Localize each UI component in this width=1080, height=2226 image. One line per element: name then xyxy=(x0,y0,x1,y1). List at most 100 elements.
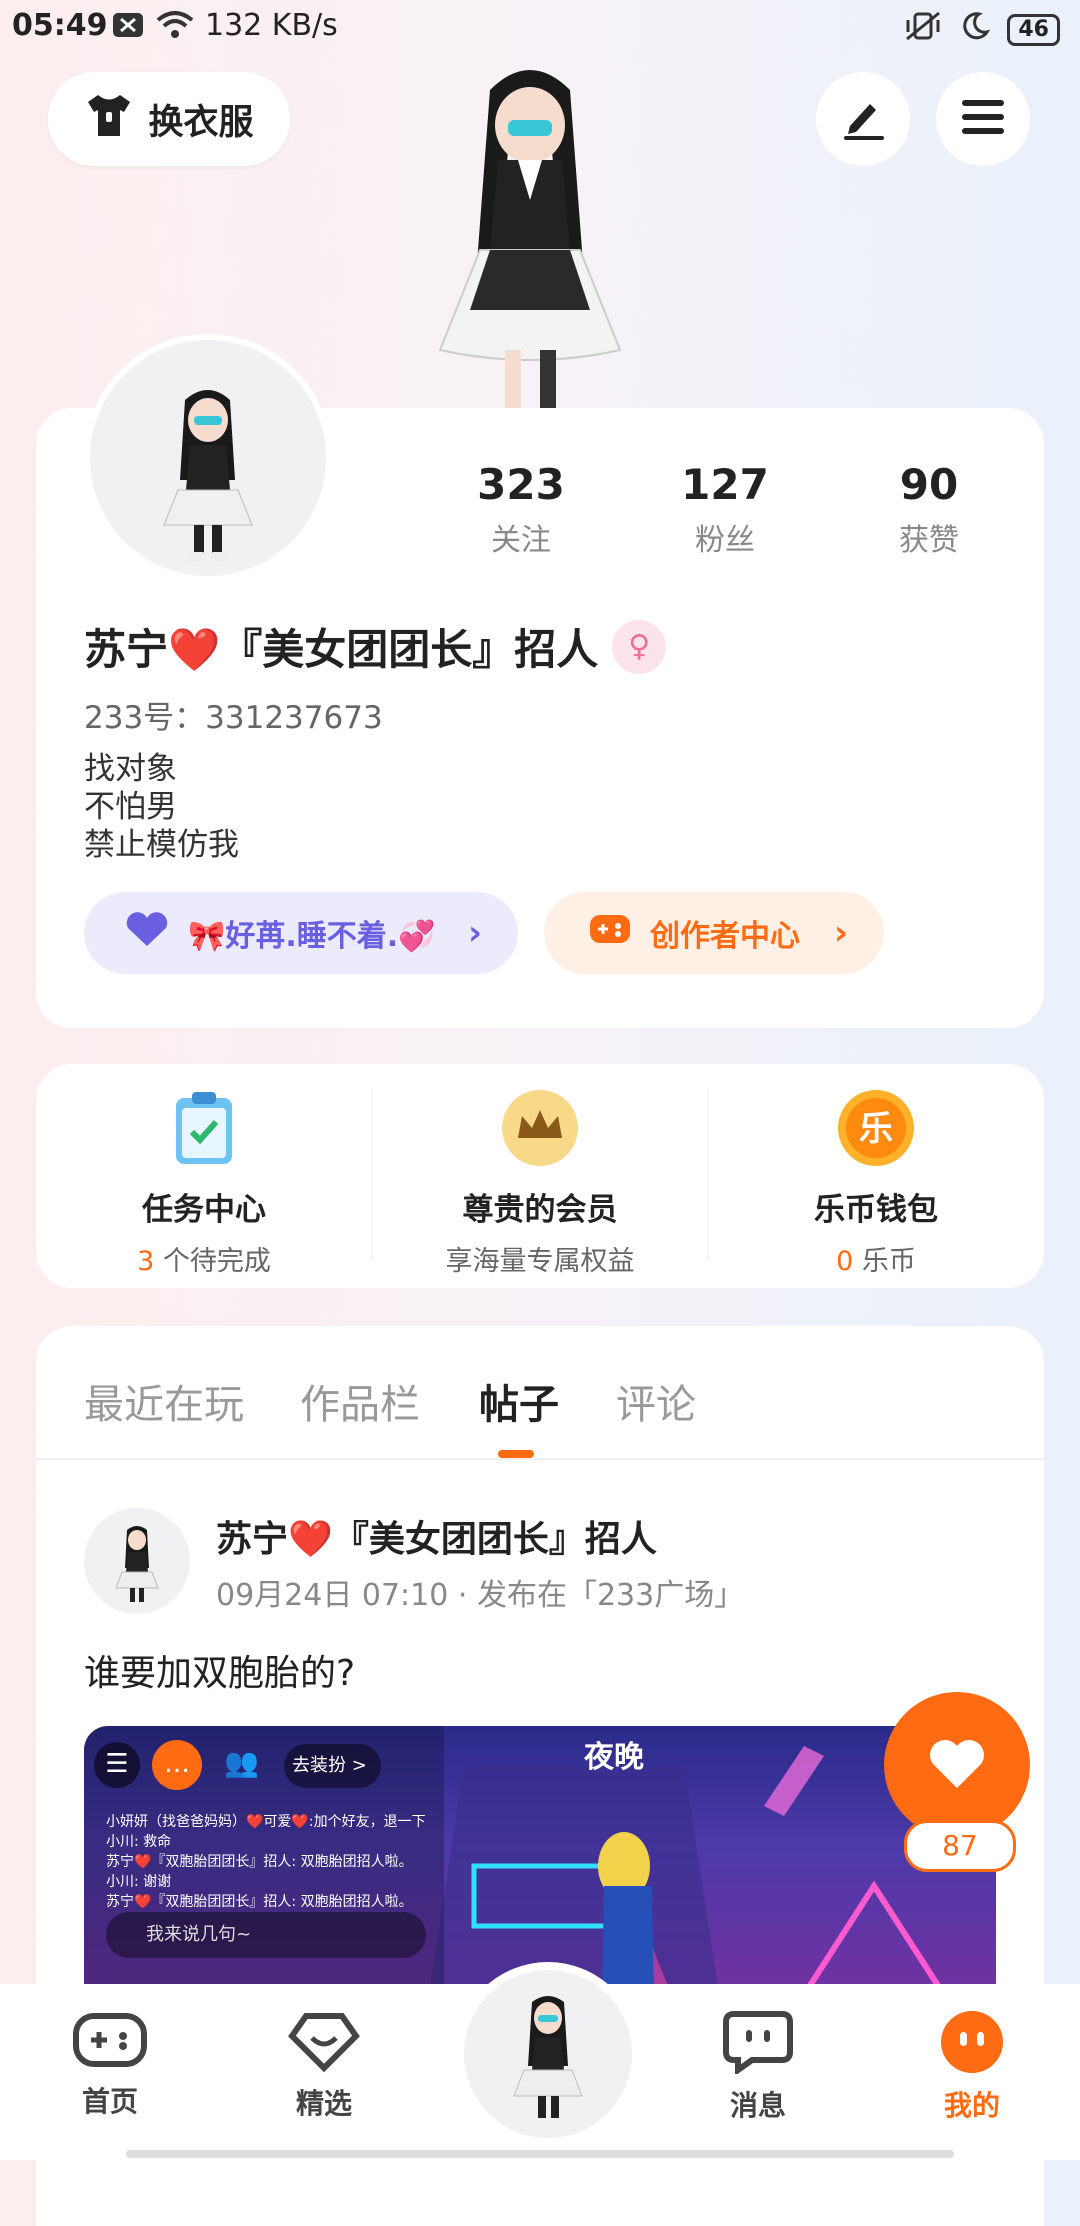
chat-line: 小妍妍（找爸爸妈妈）❤️可爱❤️:加个好友，退一下 xyxy=(106,1814,426,1830)
creator-center-button[interactable]: 创作者中心 › xyxy=(544,892,884,974)
crown-icon xyxy=(500,1088,580,1168)
tab-recent-played[interactable]: 最近在玩 xyxy=(84,1372,244,1430)
heart-icon xyxy=(927,1736,987,1794)
followers-stat[interactable]: 127 粉丝 xyxy=(625,460,825,559)
heart-diamond-icon xyxy=(288,2013,360,2076)
change-outfit-label: 换衣服 xyxy=(148,102,254,143)
task-center-button[interactable]: 任务中心 3 个待完成 xyxy=(36,1064,372,1288)
vip-member-button[interactable]: 尊贵的会员 享海量专属权益 xyxy=(372,1064,708,1288)
likes-count: 90 xyxy=(899,460,959,509)
services-card: 任务中心 3 个待完成 尊贵的会员 享海量专属权益 乐 乐币钱包 0 乐币 xyxy=(36,1064,1044,1288)
gamepad-icon xyxy=(73,2013,147,2074)
task-pending-count: 3 xyxy=(137,1246,155,1277)
like-button[interactable] xyxy=(884,1692,1030,1838)
task-pending-suffix: 个待完成 xyxy=(154,1246,271,1277)
tshirt-icon xyxy=(84,92,134,147)
notification-icon xyxy=(112,10,144,48)
le-coin-char: 乐 xyxy=(859,1109,893,1149)
friends-icon[interactable]: 👥 xyxy=(224,1746,264,1786)
battery-indicator: 46 xyxy=(1007,14,1060,46)
likes-label: 获赞 xyxy=(899,523,959,558)
following-count: 323 xyxy=(477,460,565,509)
smile-face-icon xyxy=(938,2011,1006,2078)
clock: 05:49 xyxy=(12,8,108,43)
task-center-title: 任务中心 xyxy=(142,1192,266,1228)
post-text[interactable]: 谁要加双胞胎的? xyxy=(84,1644,355,1696)
network-speed: 132 KB/s xyxy=(205,8,338,43)
dress-up-label: 去装扮 > xyxy=(292,1755,367,1776)
vip-title: 尊贵的会员 xyxy=(462,1192,618,1228)
gesture-bar[interactable] xyxy=(126,2150,954,2158)
nav-me-label: 我的 xyxy=(943,2089,1000,2122)
following-label: 关注 xyxy=(491,523,551,558)
chat-line: 苏宁❤️『双胞胎团团长』招人: 双胞胎团招人啦。 xyxy=(106,1894,413,1910)
following-stat[interactable]: 323 关注 xyxy=(421,460,621,559)
purple-heart-icon xyxy=(124,910,170,956)
bio-line: 禁止模仿我 xyxy=(84,827,239,863)
group-badge-button[interactable]: 🎀好苒.睡不着.💞 › xyxy=(84,892,518,974)
status-bar: 05:49 132 KB/s 46 xyxy=(0,0,1080,56)
coin-suffix: 乐币 xyxy=(853,1246,916,1277)
creator-center-label: 创作者中心 xyxy=(650,919,800,954)
post-author-name[interactable]: 苏宁❤️『美女团团长』招人 xyxy=(216,1510,657,1562)
nav-featured[interactable]: 精选 xyxy=(254,2010,394,2122)
active-tab-indicator xyxy=(498,1450,534,1458)
hamburger-icon xyxy=(960,97,1006,141)
female-gender-icon: ♀ xyxy=(612,619,667,674)
task-center-subtitle: 3 个待完成 xyxy=(137,1239,271,1278)
nickname: 苏宁❤️『美女团团长』招人 xyxy=(84,625,599,674)
chat-input[interactable]: 我来说几句~ xyxy=(106,1912,426,1958)
chevron-right-icon: › xyxy=(833,913,848,953)
user-id: 233号：331237673 xyxy=(84,700,383,736)
chevron-right-icon: › xyxy=(467,913,482,953)
wallet-subtitle: 0 乐币 xyxy=(836,1239,916,1278)
wifi-icon xyxy=(154,8,196,48)
nav-home[interactable]: 首页 xyxy=(40,2010,180,2120)
nav-home-label: 首页 xyxy=(81,2085,138,2118)
nav-featured-label: 精选 xyxy=(295,2087,352,2120)
gamepad-icon xyxy=(588,911,632,955)
like-count: 87 xyxy=(904,1820,1016,1872)
bio-line: 找对象 xyxy=(84,751,177,787)
followers-count: 127 xyxy=(681,460,769,509)
avatar[interactable] xyxy=(84,334,332,582)
chat-input-placeholder: 我来说几句~ xyxy=(146,1924,252,1945)
dress-up-button[interactable]: 去装扮 > xyxy=(284,1744,381,1788)
le-coin-wallet-button[interactable]: 乐 乐币钱包 0 乐币 xyxy=(708,1064,1044,1288)
bio: 找对象 不怕男 禁止模仿我 xyxy=(84,750,239,864)
likes-stat[interactable]: 90 获赞 xyxy=(829,460,1029,559)
night-sign: 夜晚 xyxy=(584,1740,644,1775)
list-icon[interactable]: ☰ xyxy=(94,1742,140,1788)
followers-label: 粉丝 xyxy=(695,523,755,558)
post-meta: 09月24日 07:10 · 发布在「233广场」 xyxy=(216,1578,745,1613)
chat-log: 小妍妍（找爸爸妈妈）❤️可爱❤️:加个好友，退一下 小川: 救命 苏宁❤️『双胞… xyxy=(106,1812,436,1912)
coin-balance: 0 xyxy=(836,1246,854,1277)
bio-line: 不怕男 xyxy=(84,789,177,825)
avatar-character-illustration xyxy=(380,50,680,410)
tab-comments[interactable]: 评论 xyxy=(616,1372,696,1430)
nickname-row: 苏宁❤️『美女团团长』招人 ♀ xyxy=(84,616,667,677)
menu-button[interactable] xyxy=(936,72,1030,166)
do-not-disturb-icon xyxy=(959,10,991,50)
vip-subtitle: 享海量专属权益 xyxy=(445,1246,635,1277)
chat-line: 小川: 谢谢 xyxy=(106,1874,172,1890)
nav-avatar-center[interactable] xyxy=(456,1962,640,2146)
nav-messages[interactable]: 消息 xyxy=(688,2010,828,2124)
content-tabs: 最近在玩 作品栏 帖子 评论 xyxy=(36,1326,1044,1458)
divider xyxy=(36,1458,1044,1460)
post-author-avatar[interactable] xyxy=(84,1508,190,1614)
group-label: 🎀好苒.睡不着.💞 xyxy=(188,919,436,954)
chat-bubble-icon xyxy=(722,2011,794,2078)
nav-messages-label: 消息 xyxy=(729,2089,786,2122)
nav-me[interactable]: 我的 xyxy=(902,2010,1042,2124)
change-outfit-button[interactable]: 换衣服 xyxy=(48,72,290,166)
chat-line: 苏宁❤️『双胞胎团团长』招人: 双胞胎团招人啦。 xyxy=(106,1854,413,1870)
le-coin-icon: 乐 xyxy=(836,1088,916,1168)
chat-icon[interactable]: … xyxy=(152,1740,202,1790)
task-clipboard-icon xyxy=(164,1088,244,1168)
edit-profile-button[interactable] xyxy=(816,72,910,166)
wallet-title: 乐币钱包 xyxy=(814,1192,938,1228)
tab-posts[interactable]: 帖子 xyxy=(479,1372,559,1430)
tab-works[interactable]: 作品栏 xyxy=(300,1372,420,1430)
pen-icon xyxy=(840,94,886,144)
